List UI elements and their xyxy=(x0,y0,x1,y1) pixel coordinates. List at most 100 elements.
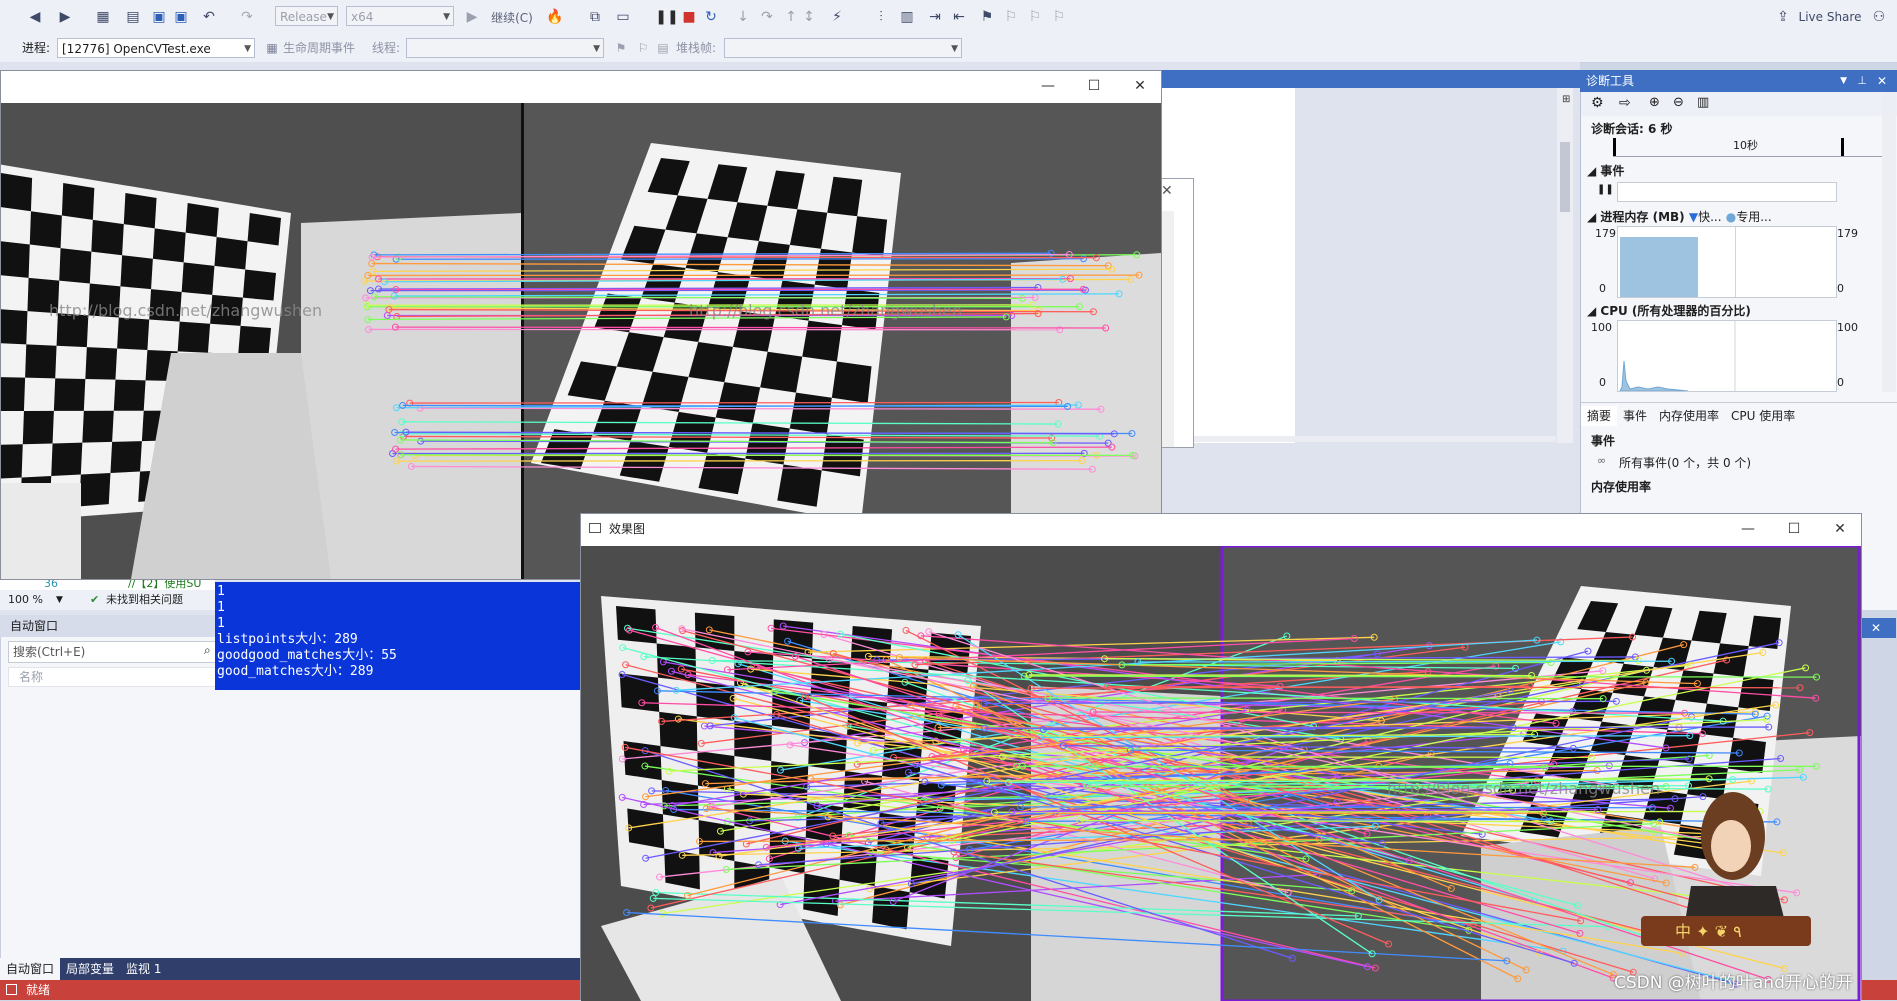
memory-gridline xyxy=(1735,227,1736,297)
tab-memory-usage[interactable]: 内存使用率 xyxy=(1653,406,1725,426)
pin-icon[interactable]: ⊥ xyxy=(1857,70,1867,92)
back-icon[interactable]: ◀ xyxy=(24,6,46,28)
diag-dropdown-icon[interactable]: ▼ xyxy=(1840,70,1847,92)
zoom-level[interactable]: 100 % xyxy=(8,590,43,610)
tab-cpu-usage[interactable]: CPU 使用率 xyxy=(1725,406,1801,426)
memory-chart[interactable] xyxy=(1617,226,1837,298)
cpu-max-right: 100 xyxy=(1837,321,1858,334)
zoom-out-icon[interactable]: ⊖ xyxy=(1673,95,1684,110)
events-section-header[interactable]: ◢ 事件 xyxy=(1587,162,1624,179)
memory-section-header[interactable]: ◢ 进程内存 (MB) ▼快... ●专用... xyxy=(1587,208,1772,225)
undo-icon[interactable]: ↶ xyxy=(198,6,220,28)
lifecycle-events-dropdown[interactable]: 生命周期事件 xyxy=(283,38,355,58)
call-stack-icon[interactable]: ▥ xyxy=(896,6,918,28)
all-events-link[interactable]: 所有事件(0 个，共 0 个) xyxy=(1619,454,1751,471)
dialog-scrollbar[interactable] xyxy=(1160,211,1174,447)
step-over-icon[interactable]: ↷ xyxy=(758,6,776,28)
next-bookmark-icon[interactable]: ⚐ xyxy=(1024,6,1046,28)
diagnostic-icon[interactable]: ⚡ xyxy=(826,6,848,28)
checker-square xyxy=(827,177,862,216)
open-folder-icon[interactable]: ▤ xyxy=(122,6,144,28)
account-icon[interactable]: ⚇ xyxy=(1870,6,1888,28)
stop-icon[interactable]: ■ xyxy=(680,6,698,28)
settings-icon[interactable]: ⚙ xyxy=(1591,95,1604,111)
close-icon[interactable]: ✕ xyxy=(1161,183,1173,199)
thread-select[interactable]: ▼ xyxy=(406,38,604,58)
name-column-header[interactable]: 名称 xyxy=(8,667,218,687)
configuration-select[interactable]: Release▼ xyxy=(275,6,338,26)
panel-close-icon[interactable]: ✕ xyxy=(1856,618,1896,638)
redo-icon[interactable]: ↷ xyxy=(236,6,258,28)
prev-bookmark-icon[interactable]: ⚐ xyxy=(1000,6,1022,28)
diag-scrollbar[interactable] xyxy=(1882,92,1896,392)
timeline-ruler[interactable]: 10秒 xyxy=(1613,138,1883,157)
play-icon[interactable]: ▶ xyxy=(464,6,480,28)
cpu-header-text: CPU (所有处理器的百分比) xyxy=(1600,304,1751,318)
cpu-section-header[interactable]: ◢ CPU (所有处理器的百分比) xyxy=(1587,302,1751,319)
flag-icon[interactable]: ⚑ xyxy=(612,38,630,58)
minimize-icon[interactable]: — xyxy=(1025,71,1071,101)
tab-watch-1[interactable]: 监视 1 xyxy=(120,958,167,980)
restart-icon[interactable]: ↻ xyxy=(700,6,722,28)
pause-icon[interactable]: ❚❚ xyxy=(658,6,676,28)
memory-max-left: 179 xyxy=(1595,227,1616,240)
app-icon xyxy=(589,523,601,533)
memory-min-left: 0 xyxy=(1599,282,1606,295)
debug-location-bar: 进程: [12776] OpenCVTest.exe▼ ▦ 生命周期事件 线程:… xyxy=(0,34,1897,63)
layout-icon[interactable]: ▭ xyxy=(612,6,634,28)
console-output[interactable]: 1 1 1 listpoints大小：289 goodgood_matches大… xyxy=(215,582,585,690)
outdent-icon[interactable]: ⇤ xyxy=(948,6,970,28)
split-icon[interactable]: ⊞ xyxy=(1562,94,1574,108)
save-icon[interactable]: ▣ xyxy=(148,6,170,28)
maximize-icon[interactable]: ☐ xyxy=(1071,71,1117,101)
tab-events[interactable]: 事件 xyxy=(1617,406,1653,426)
tab-summary[interactable]: 摘要 xyxy=(1581,406,1617,426)
thread-icon[interactable]: ⫶ xyxy=(870,6,892,28)
zoom-in-icon[interactable]: ⊕ xyxy=(1649,95,1660,110)
show-next-icon[interactable]: ↕ xyxy=(800,6,818,28)
window-close-icon[interactable]: ✕ xyxy=(1117,71,1163,101)
minimize-icon[interactable]: — xyxy=(1725,514,1771,544)
clear-bookmark-icon[interactable]: ⚐ xyxy=(1048,6,1070,28)
new-project-icon[interactable]: ▦ xyxy=(92,6,114,28)
checker-square xyxy=(832,361,872,403)
cpu-chart[interactable] xyxy=(1617,320,1837,392)
issues-status[interactable]: 未找到相关问题 xyxy=(106,590,183,610)
stackframe-select[interactable]: ▼ xyxy=(724,38,962,58)
session-duration: 诊断会话: 6 秒 xyxy=(1591,120,1673,137)
platform-select[interactable]: x64▼ xyxy=(346,6,454,26)
maximize-icon[interactable]: ☐ xyxy=(1771,514,1817,544)
tab-auto-window[interactable]: 自动窗口 xyxy=(0,958,60,980)
console-line: good_matches大小：289 xyxy=(217,664,585,680)
hot-reload-icon[interactable]: 🔥 xyxy=(542,6,568,28)
chart-icon[interactable]: ▥ xyxy=(1697,95,1709,110)
window-close-icon[interactable]: ✕ xyxy=(1817,514,1863,544)
continue-button[interactable]: 继续(C) xyxy=(482,6,542,28)
save-all-icon[interactable]: ▣ xyxy=(170,6,192,28)
events-header-text: 事件 xyxy=(1600,164,1624,178)
summary-events-header: 事件 xyxy=(1591,432,1615,449)
step-into-icon[interactable]: ↓ xyxy=(734,6,752,28)
editor-scroll-thumb[interactable] xyxy=(1560,142,1570,212)
thread-flag-icon[interactable]: ⚐ xyxy=(634,38,652,58)
live-share-button[interactable]: Live Share xyxy=(1796,6,1864,28)
bookmark-icon[interactable]: ⚑ xyxy=(976,6,998,28)
match-window-top: — ☐ ✕ http://blog.csdn.net/zhangwushen h… xyxy=(0,70,1162,580)
forward-icon[interactable]: ▶ xyxy=(54,6,76,28)
checker-square xyxy=(790,393,832,435)
tab-locals[interactable]: 局部变量 xyxy=(60,958,120,980)
editor-hscroll[interactable] xyxy=(1190,436,1556,442)
search-icon[interactable]: ⌕ xyxy=(204,643,211,658)
browser-link-icon[interactable]: ⧉ xyxy=(584,6,606,28)
process-select[interactable]: [12776] OpenCVTest.exe▼ xyxy=(57,38,255,58)
diag-close-icon[interactable]: ✕ xyxy=(1877,70,1887,92)
step-out-icon[interactable]: ↑ xyxy=(782,6,800,28)
result-window-titlebar: 效果图 xyxy=(581,514,1861,544)
events-link-icon: ∞ xyxy=(1597,454,1606,467)
zoom-dropdown-icon[interactable]: ▼ xyxy=(56,590,63,610)
indent-icon[interactable]: ⇥ xyxy=(924,6,946,28)
export-icon[interactable]: ⇨ xyxy=(1619,95,1631,111)
pause-events-icon[interactable]: ❚❚ xyxy=(1597,184,1614,195)
auto-window-search-input[interactable]: 搜索(Ctrl+E) xyxy=(8,641,218,663)
memory-max-right: 179 xyxy=(1837,227,1858,240)
